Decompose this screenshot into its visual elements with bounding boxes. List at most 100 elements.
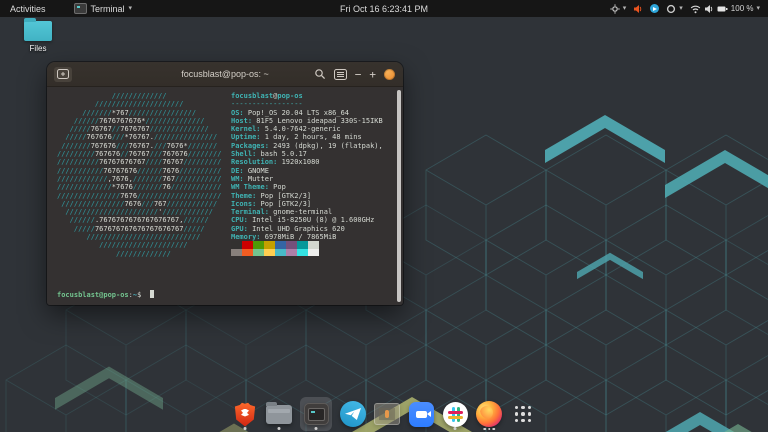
system-tray: ▾ ▾ [606,0,764,17]
image-viewer-icon [374,403,400,425]
neofetch-info-line: Shell: bash 5.0.17 [231,150,383,158]
terminal-titlebar[interactable]: focusblast@pop-os: ~ − + [47,62,403,87]
neofetch-underline: ----------------- [231,100,383,108]
chevron-down-icon: ▾ [756,5,760,12]
neofetch-info-rows: OS: Pop!_OS 20.04 LTS x86_64Host: 81F5 L… [231,109,383,242]
desktop-icon-files[interactable]: Files [13,21,63,53]
neofetch-info-line: Kernel: 5.4.0-7642-generic [231,125,383,133]
dock-item-telegram[interactable] [340,397,366,431]
dock-item-brave[interactable] [232,397,258,431]
terminal-window: focusblast@pop-os: ~ − + [47,62,403,305]
running-indicator [483,428,495,431]
neofetch-info: focusblast@pop-os ----------------- OS: … [231,92,383,256]
palette-swatch [286,241,297,249]
running-indicator [278,427,281,430]
palette-swatch [242,249,253,257]
dock-item-slack[interactable] [442,397,468,431]
wifi-icon [690,4,701,14]
neofetch-info-line: Packages: 2493 (dpkg), 19 (flatpak), [231,142,383,150]
neofetch-title: focusblast@pop-os [231,92,383,100]
running-indicator [244,427,247,430]
app-grid-icon [515,406,532,423]
running-indicator [315,427,318,430]
palette-swatch [242,241,253,249]
neofetch-info-line: Uptime: 1 day, 2 hours, 48 mins [231,133,383,141]
zoom-icon [409,402,434,427]
text-cursor [150,290,155,298]
palette-swatch [286,249,297,257]
search-button[interactable] [314,68,326,80]
firefox-icon [476,401,502,427]
speaker-indicator[interactable] [633,4,643,14]
circle-indicator[interactable]: ▾ [666,4,683,14]
chevron-down-icon: ▾ [679,5,683,12]
running-indicator [454,427,457,430]
close-button[interactable] [384,69,395,80]
gear-indicator[interactable]: ▾ [610,4,627,14]
volume-icon [704,4,714,14]
telegram-tray-icon[interactable] [650,4,659,13]
palette-swatch [297,241,308,249]
neofetch-info-line: Host: 81F5 Lenovo ideapad 330S-15IKB [231,117,383,125]
dock-item-terminal[interactable] [300,397,332,431]
neofetch-info-line: Icons: Pop [GTK2/3] [231,200,383,208]
telegram-icon [340,401,366,427]
minimize-button[interactable]: − [355,69,362,80]
palette-swatch [308,241,319,249]
palette-swatch [297,249,308,257]
dock-item-image-viewer[interactable] [374,397,400,431]
neofetch-info-line: WM: Mutter [231,175,383,183]
terminal-color-palette-row1 [231,241,383,249]
palette-swatch [275,241,286,249]
neofetch-info-line: Memory: 6978MiB / 7865MiB [231,233,383,241]
activities-button[interactable]: Activities [0,0,56,17]
menu-button[interactable] [334,69,347,80]
battery-percent: 100 % [731,4,754,13]
palette-swatch [264,249,275,257]
terminal-scrollbar[interactable] [397,90,401,302]
palette-swatch [264,241,275,249]
neofetch-info-line: Terminal: gnome-terminal [231,208,383,216]
app-menu-label: Terminal [91,4,125,14]
dock-item-show-applications[interactable] [510,397,536,431]
gear-icon [610,4,620,14]
status-menu[interactable]: 100 % ▾ [690,4,760,14]
palette-swatch [308,249,319,257]
brave-icon [234,402,256,427]
app-menu-terminal[interactable]: Terminal ▾ [70,0,137,17]
top-bar: Activities Terminal ▾ Fri Oct 16 6:23:41… [0,0,768,17]
search-icon [314,68,326,80]
palette-swatch [253,249,264,257]
neofetch-info-line: OS: Pop!_OS 20.04 LTS x86_64 [231,109,383,117]
terminal-color-palette-row2 [231,249,383,257]
neofetch-info-line: CPU: Intel i5-8250U (8) @ 1.600GHz [231,216,383,224]
palette-swatch [275,249,286,257]
new-tab-icon [57,69,69,79]
terminal-content[interactable]: ///////////// ///////////////////// ////… [47,87,403,305]
palette-swatch [253,241,264,249]
dock-item-firefox[interactable] [476,397,502,431]
neofetch-info-line: DE: GNOME [231,167,383,175]
palette-swatch [231,241,242,249]
chevron-down-icon: ▾ [129,5,133,12]
hamburger-menu-icon [334,69,347,80]
terminal-title: focusblast@pop-os: ~ [181,69,268,79]
circle-indicator-icon [666,4,676,14]
folder-icon [24,21,52,41]
neofetch-info-line: Theme: Pop [GTK2/3] [231,192,383,200]
neofetch-info-line: Resolution: 1920x1080 [231,158,383,166]
terminal-icon [304,403,329,425]
dock-item-files[interactable] [266,397,292,431]
neofetch-info-line: GPU: Intel UHD Graphics 620 [231,225,383,233]
desktop-icon-label: Files [13,44,63,53]
neofetch-info-line: WM Theme: Pop [231,183,383,191]
files-icon [266,405,292,424]
dock-item-zoom[interactable] [408,397,434,431]
chevron-down-icon: ▾ [623,5,627,12]
dock [0,396,768,432]
maximize-button[interactable]: + [369,69,376,80]
terminal-icon [74,3,87,14]
clock[interactable]: Fri Oct 16 6:23:41 PM [332,0,436,17]
speaker-orange-icon [633,4,643,14]
new-tab-button[interactable] [54,67,72,82]
